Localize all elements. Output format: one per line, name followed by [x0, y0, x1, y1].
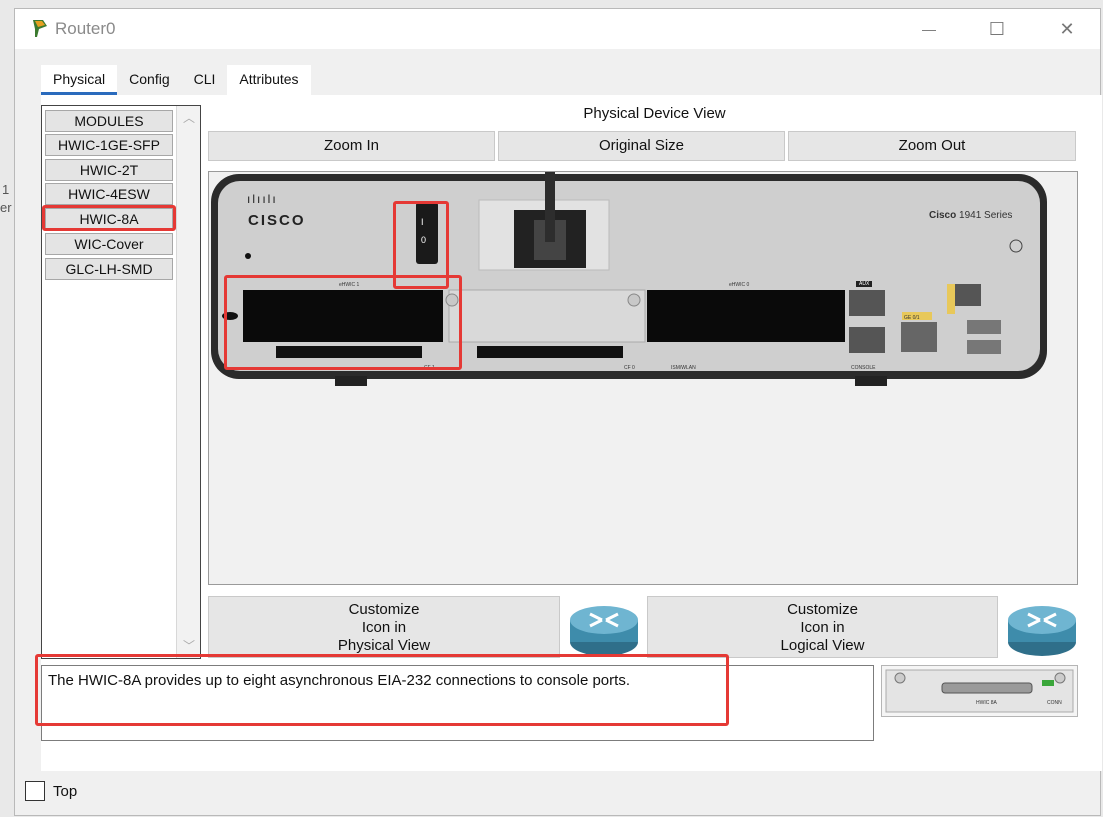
physical-tab-panel: MODULES HWIC-1GE-SFP HWIC-2T HWIC-4ESW H…	[35, 95, 1102, 771]
module-item-hwic-1ge-sfp[interactable]: HWIC-1GE-SFP	[45, 134, 173, 156]
device-view-area: ılıılı cisco Cisco 1941 Series I 0 eHWIC…	[208, 171, 1078, 585]
module-item-glc-lh-smd[interactable]: GLC-LH-SMD	[45, 258, 173, 280]
minimize-button[interactable]: —	[907, 15, 951, 43]
tab-attributes[interactable]: Attributes	[227, 65, 311, 95]
module-description: The HWIC-8A provides up to eight asynchr…	[41, 665, 874, 741]
ism-wlan-label: ISM/WLAN	[671, 365, 696, 371]
title-bar: Router0 — ☐ ✕	[15, 9, 1100, 49]
background-text-2: er	[0, 200, 12, 215]
slot0-label: eHWIC 0	[729, 282, 750, 288]
cf1-label: CF 1	[424, 365, 435, 371]
router-dialog-window: Router0 — ☐ ✕ Physical Config CLI Attrib…	[14, 8, 1102, 816]
zoom-in-button[interactable]: Zoom In	[208, 131, 495, 161]
router-logical-icon	[1008, 606, 1076, 656]
top-checkbox[interactable]	[25, 781, 45, 801]
router-app-icon	[33, 20, 47, 37]
minimize-icon: —	[922, 21, 936, 37]
tab-config[interactable]: Config	[117, 65, 182, 95]
customize-logical-line-1: Customize	[787, 601, 858, 618]
customize-logical-line-3: Logical View	[780, 637, 865, 654]
original-size-button[interactable]: Original Size	[498, 131, 785, 161]
module-item-hwic-2t[interactable]: HWIC-2T	[45, 159, 173, 181]
customize-physical-line-1: Customize	[348, 601, 420, 618]
module-list: MODULES HWIC-1GE-SFP HWIC-2T HWIC-4ESW H…	[41, 105, 201, 659]
top-checkbox-label: Top	[53, 782, 78, 800]
close-button[interactable]: ✕	[1045, 15, 1089, 43]
module-item-hwic-8a[interactable]: HWIC-8A	[45, 208, 173, 230]
ehwic0-slot[interactable]	[647, 290, 845, 342]
power-switch[interactable]	[416, 202, 438, 264]
scroll-down-icon[interactable]: ﹀	[183, 640, 195, 652]
router-series-label: Cisco 1941 Series	[929, 210, 1012, 221]
bottom-bar: Top	[25, 781, 77, 801]
tab-physical[interactable]: Physical	[41, 65, 118, 95]
hwic-8a-module-image	[885, 669, 1074, 713]
customize-logical-icon-button[interactable]: Customize Icon in Logical View	[647, 596, 998, 658]
module-thumbnail: HWIC 8A CONN	[881, 665, 1078, 717]
module-item-wic-cover[interactable]: WIC-Cover	[45, 233, 173, 255]
tab-bar: Physical Config CLI Attributes	[41, 65, 311, 95]
maximize-icon: ☐	[988, 18, 1006, 39]
thumb-conn-label: CONN	[1047, 700, 1062, 706]
scroll-up-icon[interactable]: ︿	[183, 112, 195, 124]
physical-device-view-label: Physical Device View	[583, 105, 726, 122]
power-off-mark: 0	[421, 235, 427, 245]
module-list-scrollbar[interactable]: ︿ ﹀	[176, 106, 200, 658]
ge-label: GE 0/1	[904, 315, 920, 321]
thumb-label: HWIC 8A	[976, 700, 997, 706]
power-cable	[545, 172, 555, 242]
tab-cli[interactable]: CLI	[181, 65, 228, 95]
window-title: Router0	[55, 19, 116, 38]
aux-label: AUX	[856, 281, 873, 287]
cf0-label: CF 0	[624, 365, 635, 371]
router-series-num: 1941 Series	[959, 210, 1013, 221]
router-series-prefix: Cisco	[929, 210, 957, 221]
zoom-out-button[interactable]: Zoom Out	[788, 131, 1076, 161]
router-physical-icon	[570, 606, 638, 656]
background-text-1: 1	[2, 182, 10, 197]
module-header[interactable]: MODULES	[45, 110, 173, 132]
background-window-fragment: 1 er	[0, 140, 14, 220]
customize-logical-line-2: Icon in	[800, 619, 845, 636]
ehwic1-slot[interactable]	[243, 290, 443, 342]
close-icon: ✕	[1059, 18, 1075, 39]
customize-physical-line-3: Physical View	[337, 637, 431, 654]
customize-physical-icon-button[interactable]: Customize Icon in Physical View	[208, 596, 560, 658]
cisco-logo: cisco	[248, 212, 306, 229]
console-label: CONSOLE	[851, 365, 876, 371]
cisco-logo-bars: ılıılı	[247, 192, 278, 206]
power-on-mark: I	[421, 217, 424, 227]
module-item-hwic-4esw[interactable]: HWIC-4ESW	[45, 183, 173, 205]
customize-physical-line-2: Icon in	[361, 619, 407, 636]
maximize-button[interactable]: ☐	[975, 15, 1019, 43]
slot1-label: eHWIC 1	[339, 282, 360, 288]
